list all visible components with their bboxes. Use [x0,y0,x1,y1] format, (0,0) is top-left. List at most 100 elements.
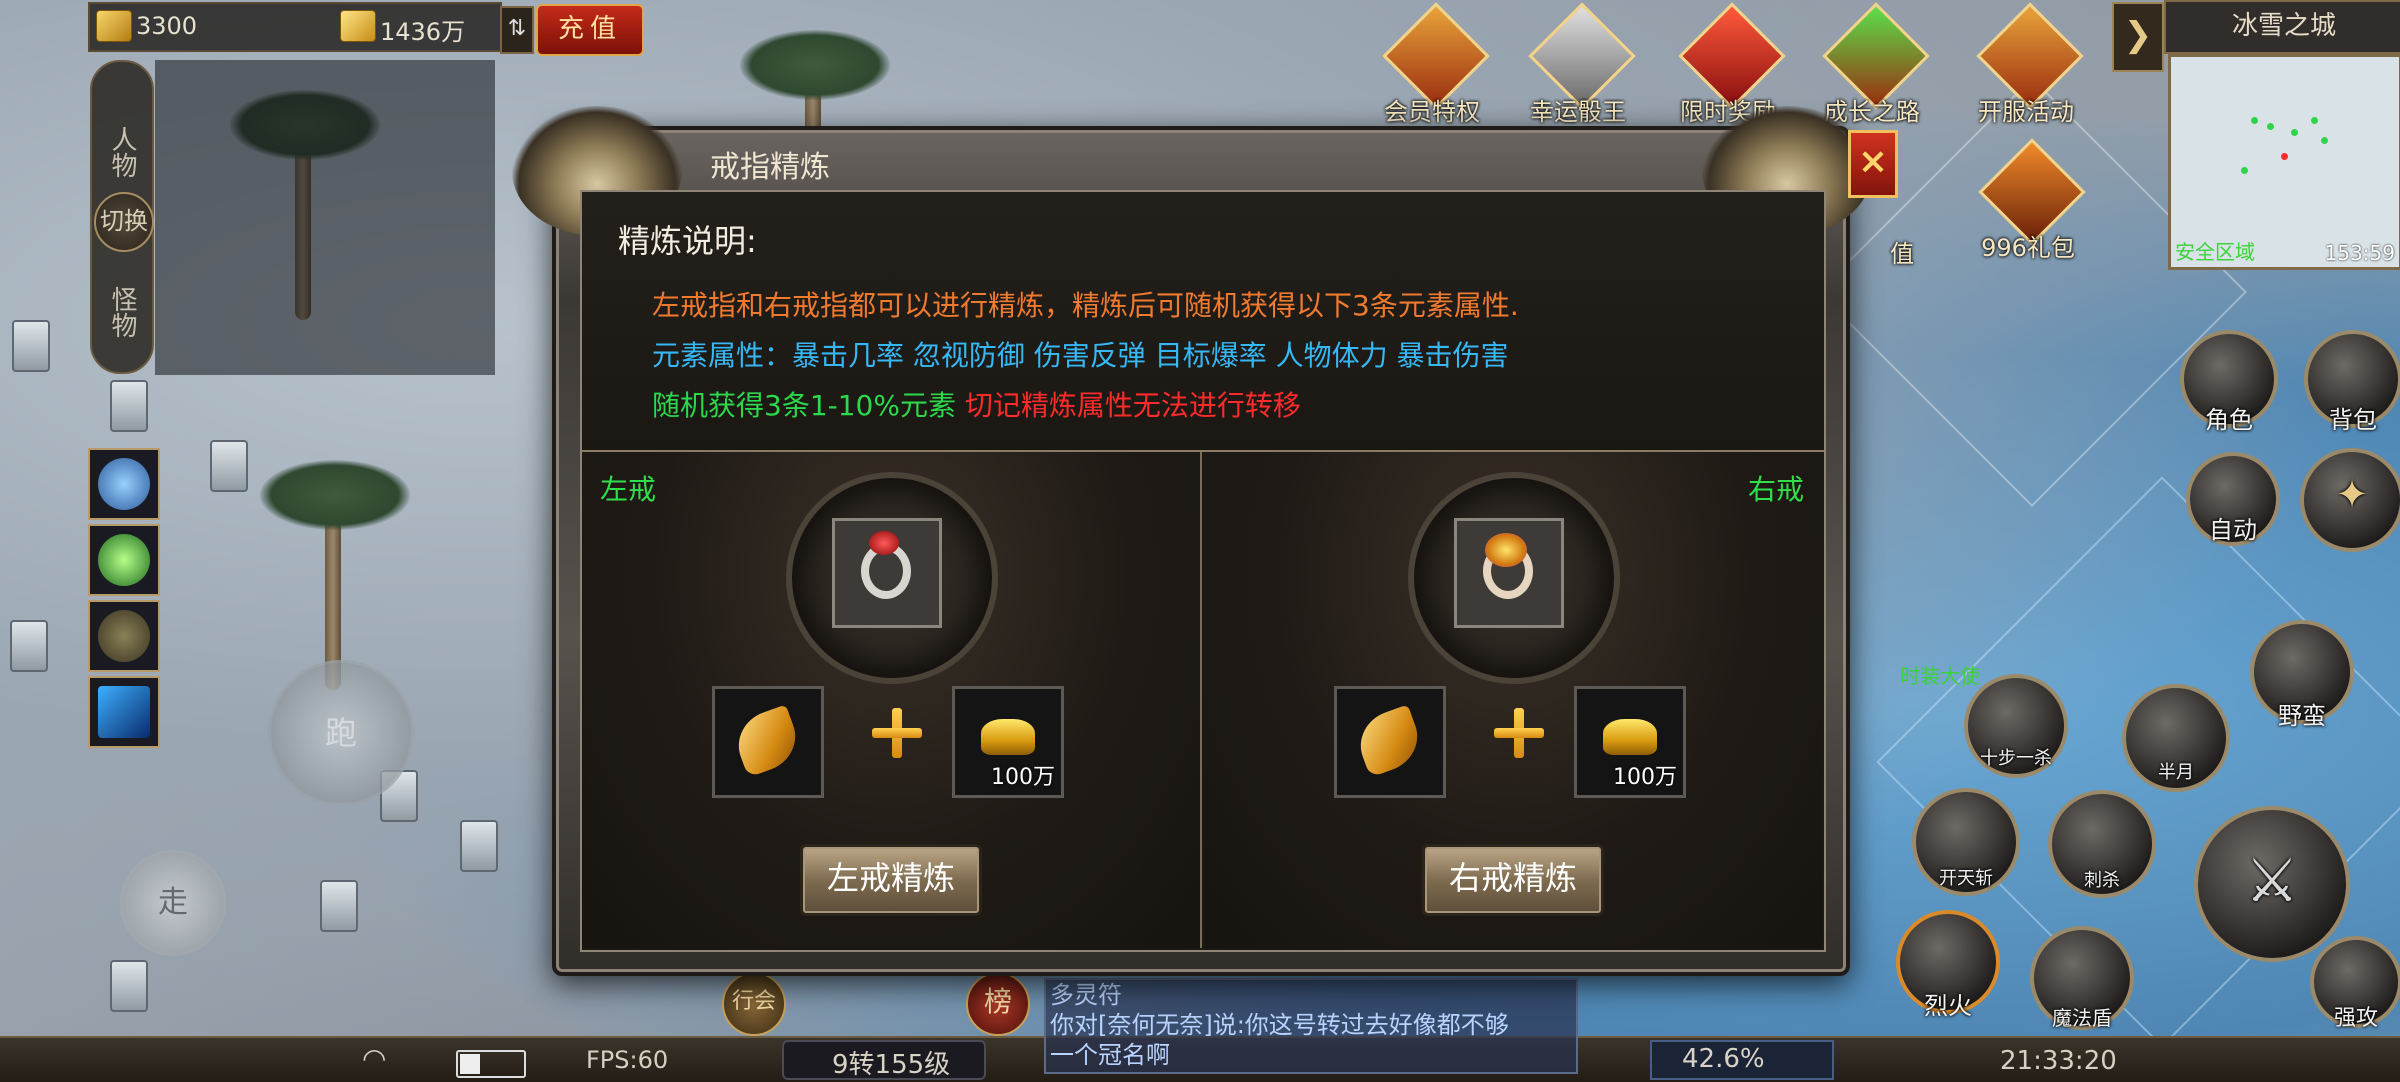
ingot-amount: 3300 [136,12,198,40]
bag-label: 背包 [2329,406,2377,434]
left-refine-button[interactable]: 左戒精炼 [800,844,982,916]
expand-arrow-icon[interactable]: ❯ [2112,2,2164,72]
swap-button[interactable]: ⇅ [500,6,534,54]
skill-button-ten-step[interactable]: 十步一杀 [1964,674,2068,778]
green-orb-icon [98,534,150,586]
minimap[interactable]: 安全区域 153:59 [2168,54,2400,270]
fence-post [320,880,358,932]
horn-icon [1351,704,1427,778]
resource-bar: 3300 1436万 [88,2,502,52]
map-marker [2251,117,2258,124]
skill-slot-4[interactable] [88,676,160,748]
right-refine-button[interactable]: 右戒精炼 [1422,844,1604,916]
right-ring-label: 右戒 [1747,473,1804,506]
shield-skill-icon [98,458,150,510]
activity-label: 开服活动 [1978,98,2074,126]
desc-line-2: 元素属性：暴击几率 忽视防御 伤害反弹 目标爆率 人物体力 暴击伤害 [652,339,1509,372]
tab-person[interactable]: 人物 [96,112,148,192]
gift-996-button[interactable]: 996礼包 [1976,138,2086,262]
lucky-dice-button[interactable]: 幸运骰王 [1526,2,1636,126]
activity-label: 值 [1890,240,1914,268]
star-gem-icon [1485,533,1527,567]
recharge-button[interactable]: 充值 [536,4,644,56]
target-button[interactable]: ✦ [2300,448,2400,552]
chat-line: 一个冠名啊 [1050,1041,1170,1069]
skill-label: 开天斩 [1939,868,1993,889]
walk-label: 走 [158,885,188,920]
star-icon: ✦ [2335,472,2369,518]
material-slot[interactable] [1334,686,1446,798]
side-tab-panel: 人物 切换 怪物 [90,60,154,374]
close-button[interactable]: × [1848,130,1898,198]
server-event-button[interactable]: 开服活动 [1974,2,2084,126]
role-button[interactable]: 角色 [2180,330,2278,434]
npc-label: 时装大使 [1900,664,1980,688]
activity-label: 996礼包 [1981,234,2075,262]
activity-label: 幸运骰王 [1530,98,1626,126]
auto-button[interactable]: 自动 [2186,452,2280,546]
growth-road-button[interactable]: 成长之路 [1820,2,1930,126]
skill-button-fire[interactable]: 烈火 [1896,910,2000,1020]
gold-slot[interactable]: 100万 [1574,686,1686,798]
timed-reward-button[interactable]: 限时奖励 [1676,2,1786,126]
fence-post [12,320,50,372]
skill-slot-3[interactable] [88,600,160,672]
material-slot[interactable] [712,686,824,798]
gold-slot[interactable]: 100万 [952,686,1064,798]
lamp-post [10,620,48,672]
run-label: 跑 [324,714,357,752]
map-marker [2311,117,2318,124]
level-text: 9转155级 [832,1050,951,1080]
left-ring-label: 左戒 [600,473,657,506]
ruby-gem-icon [869,531,899,555]
skill-button-sky-slash[interactable]: 开天斩 [1912,788,2020,896]
plus-icon [1494,708,1544,758]
run-joystick[interactable]: 跑 [268,660,414,806]
left-ring-panel: 左戒 100万 左戒精炼 [582,452,1202,948]
gold-ingot-icon [1603,719,1657,755]
level-display: 9转155级 [782,1040,986,1080]
walk-button[interactable]: 走 [120,850,226,956]
guild-button[interactable]: 行会 [722,972,786,1036]
vip-privilege-button[interactable]: 会员特权 [1380,2,1490,126]
fence-post [460,820,498,872]
skill-slot-1[interactable] [88,448,160,520]
map-marker [2241,167,2248,174]
skill-button-magic-shield[interactable]: 魔法盾 [2030,926,2134,1030]
desc-line-3: 随机获得3条1-10%元素 切记精炼属性无法进行转移 [652,384,1301,424]
rank-button[interactable]: 榜 [966,972,1030,1036]
shield-icon [98,610,150,662]
auto-label: 自动 [2209,516,2257,544]
exp-bar: 42.6% [1650,1040,1834,1080]
main-attack-button[interactable]: ⚔ [2194,806,2350,962]
clock: 21:33:20 [2000,1046,2117,1076]
fps-display: FPS:60 [586,1046,669,1074]
skill-button-power-attack[interactable]: 强攻 [2310,936,2400,1031]
dialog-body: 精炼说明: 左戒指和右戒指都可以进行精炼，精炼后可随机获得以下3条元素属性. 元… [580,190,1826,952]
skill-label: 强攻 [2333,1006,2378,1031]
chat-line: 多灵符 [1050,981,1122,1009]
fence-post [110,380,148,432]
tab-monster[interactable]: 怪物 [96,262,148,362]
left-ring-slot[interactable] [832,518,942,628]
desc-title: 精炼说明: [618,222,757,260]
right-ring-slot[interactable] [1454,518,1564,628]
skill-button-wild-charge[interactable]: 野蛮 [2250,620,2354,730]
chat-box[interactable]: 多灵符 你对[奈何无奈]说:你这号转过去好像都不够 一个冠名啊 [1044,978,1578,1074]
sword-icon: ⚔ [2245,846,2299,916]
skill-slot-2[interactable] [88,524,160,596]
skill-label: 野蛮 [2278,702,2326,730]
fence-post [210,440,248,492]
skill-button-assassinate[interactable]: 刺杀 [2048,790,2156,898]
desc-line-3-red: 切记精炼属性无法进行转移 [964,389,1301,422]
gold-quantity: 100万 [1613,765,1677,790]
desc-line-1: 左戒指和右戒指都可以进行精炼，精炼后可随机获得以下3条元素属性. [652,289,1519,322]
bag-button[interactable]: 背包 [2304,330,2400,434]
switch-button[interactable]: 切换 [94,192,154,252]
map-marker [2281,153,2288,160]
skill-button-half-moon[interactable]: 半月 [2122,684,2230,792]
desc-line-3-green: 随机获得3条1-10%元素 [652,389,956,422]
lightning-icon [98,686,150,738]
gold-amount: 1436万 [380,18,466,46]
dialog-title-bar: 戒指精炼 [670,134,1730,185]
